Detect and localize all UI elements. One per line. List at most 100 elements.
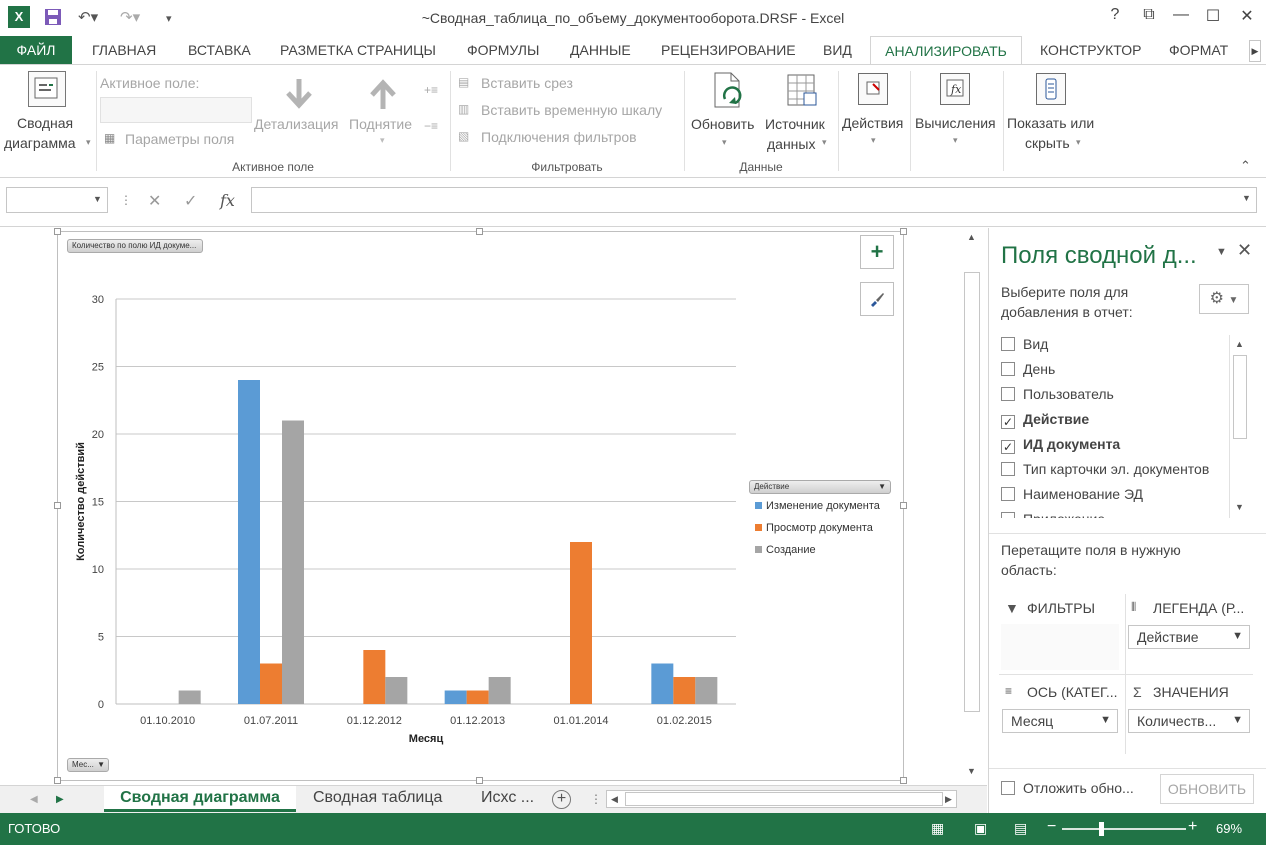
tab-formulas[interactable]: ФОРМУЛЫ <box>465 36 541 64</box>
bar[interactable] <box>444 690 467 705</box>
name-box-dropdown-icon[interactable]: ▼ <box>93 194 102 204</box>
field-item[interactable]: ✓ Действие <box>1001 411 1089 429</box>
zoom-out-icon[interactable]: − <box>1047 818 1056 836</box>
page-layout-view-icon[interactable]: ▣ <box>974 820 987 837</box>
legend-entry[interactable]: Просмотр документа <box>766 522 874 534</box>
expand-formula-bar-icon[interactable]: ▼ <box>1242 193 1251 203</box>
sheet-tab-source[interactable]: Исхс ... <box>481 786 534 812</box>
resize-handle[interactable] <box>476 228 483 235</box>
bar[interactable] <box>651 663 674 705</box>
tabs-scroll-right-icon[interactable]: ▶ <box>1249 40 1261 62</box>
pane-options-icon[interactable]: ▼ <box>1216 246 1227 258</box>
actions-button[interactable]: Действия <box>842 115 903 131</box>
tab-analyze[interactable]: АНАЛИЗИРОВАТЬ <box>870 36 1022 65</box>
field-checkbox[interactable]: ✓ <box>1001 440 1015 454</box>
calculations-dropdown-icon[interactable]: ▾ <box>953 135 958 146</box>
field-checkbox[interactable] <box>1001 512 1015 518</box>
data-source-dropdown-icon[interactable]: ▾ <box>822 137 827 148</box>
zoom-slider-track[interactable] <box>1062 828 1186 830</box>
hscroll-left-icon[interactable]: ◀ <box>611 794 618 805</box>
chart-area[interactable]: 0 5 10 15 20 25 30 01.10.2010 01.07.2011 01.12.20… <box>57 231 904 781</box>
refresh-button[interactable]: Обновить <box>691 116 754 132</box>
axis-field-dropdown-icon[interactable]: ▼ <box>97 760 105 769</box>
tools-gear-button[interactable]: ⚙ ▼ <box>1199 284 1249 314</box>
filter-connections-button[interactable]: Подключения фильтров <box>481 129 637 145</box>
legend-field-button[interactable]: Действие ▼ <box>749 480 891 494</box>
resize-handle[interactable] <box>54 502 61 509</box>
page-break-view-icon[interactable]: ▤ <box>1014 820 1027 837</box>
legend-entry[interactable]: Изменение документа <box>766 500 881 512</box>
field-checkbox[interactable] <box>1001 387 1015 401</box>
active-field-input[interactable] <box>100 97 252 123</box>
formula-input[interactable] <box>251 187 1257 213</box>
insert-timeline-button[interactable]: Вставить временную шкалу <box>481 102 662 118</box>
pivot-chart-button-line2[interactable]: диаграмма <box>4 135 76 151</box>
bar[interactable] <box>385 677 408 704</box>
chart-elements-button[interactable]: + <box>860 235 894 269</box>
filters-drop-area[interactable] <box>1001 624 1119 670</box>
field-item[interactable]: ✓ ИД документа <box>1001 436 1120 454</box>
actions-icon[interactable] <box>858 73 888 105</box>
scroll-thumb[interactable] <box>964 272 980 712</box>
value-field-button[interactable]: Количество по полю ИД докуме... <box>67 239 203 253</box>
calculations-icon[interactable]: fx <box>940 73 970 105</box>
actions-dropdown-icon[interactable]: ▾ <box>871 135 876 146</box>
tab-insert[interactable]: ВСТАВКА <box>186 36 253 64</box>
field-scroll-up-icon[interactable]: ▲ <box>1235 339 1244 349</box>
help-button[interactable]: ? <box>1100 6 1130 24</box>
name-box[interactable]: ▼ <box>6 187 108 213</box>
field-list-scrollbar[interactable]: ▲ ▼ <box>1229 335 1249 518</box>
tab-data[interactable]: ДАННЫЕ <box>568 36 633 64</box>
data-source-button-line2[interactable]: данных <box>767 136 815 152</box>
prev-sheet-icon[interactable]: ◀ <box>30 794 38 805</box>
scroll-down-icon[interactable]: ▼ <box>967 766 976 776</box>
tab-design[interactable]: КОНСТРУКТОР <box>1038 36 1143 64</box>
bar[interactable] <box>260 663 282 705</box>
field-checkbox[interactable] <box>1001 487 1015 501</box>
bar[interactable] <box>695 677 718 704</box>
zoom-level[interactable]: 69% <box>1216 821 1242 836</box>
hscroll-right-icon[interactable]: ▶ <box>945 794 952 805</box>
field-item[interactable]: Тип карточки эл. документов <box>1001 461 1209 477</box>
add-sheet-icon[interactable]: + <box>552 790 571 809</box>
expand-field-icon[interactable]: +≡ <box>424 83 438 97</box>
field-item[interactable]: Пользователь <box>1001 386 1114 402</box>
pivot-chart-button-line1[interactable]: Сводная <box>17 115 73 131</box>
field-checkbox[interactable] <box>1001 362 1015 376</box>
legend-field-dropdown-icon[interactable]: ▼ <box>878 482 886 491</box>
field-item[interactable]: Вид <box>1001 336 1048 352</box>
confirm-icon[interactable]: ✓ <box>184 191 197 211</box>
field-checkbox[interactable] <box>1001 337 1015 351</box>
hscroll-thumb[interactable] <box>625 792 943 806</box>
show-hide-button-line1[interactable]: Показать или <box>1007 115 1094 131</box>
tab-page-layout[interactable]: РАЗМЕТКА СТРАНИЦЫ <box>278 36 438 64</box>
tab-file[interactable]: ФАЙЛ <box>0 36 72 64</box>
values-field-dropdown[interactable]: Количеств... ▼ <box>1128 709 1250 733</box>
resize-handle[interactable] <box>900 502 907 509</box>
bar[interactable] <box>178 690 201 705</box>
vertical-scrollbar[interactable]: ▲ ▼ <box>962 228 982 784</box>
show-hide-icon[interactable] <box>1036 73 1066 105</box>
drillup-button[interactable]: Поднятие <box>349 116 412 132</box>
minimize-button[interactable]: — <box>1166 6 1196 24</box>
sheet-tab-pivot-table[interactable]: Сводная таблица <box>313 786 442 812</box>
field-checkbox[interactable] <box>1001 462 1015 476</box>
field-item[interactable]: Приложение <box>1001 511 1105 518</box>
field-params-button[interactable]: Параметры поля <box>125 131 234 147</box>
zoom-slider-thumb[interactable] <box>1099 822 1104 836</box>
chart-styles-button[interactable] <box>860 282 894 316</box>
normal-view-icon[interactable]: ▦ <box>931 820 944 837</box>
bar[interactable] <box>488 677 511 704</box>
ribbon-display-options-button[interactable]: ⧉ <box>1134 6 1164 24</box>
bar[interactable] <box>363 650 386 704</box>
resize-handle[interactable] <box>476 777 483 784</box>
calculations-button[interactable]: Вычисления <box>915 115 996 131</box>
tab-home[interactable]: ГЛАВНАЯ <box>90 36 158 64</box>
field-scroll-down-icon[interactable]: ▼ <box>1235 502 1244 512</box>
legend-field-dropdown[interactable]: Действие ▼ <box>1128 625 1250 649</box>
legend-entry[interactable]: Создание <box>766 544 816 556</box>
field-checkbox[interactable]: ✓ <box>1001 415 1015 429</box>
cancel-icon[interactable]: ✕ <box>148 191 161 211</box>
defer-checkbox-box[interactable] <box>1001 781 1015 795</box>
next-sheet-icon[interactable]: ▶ <box>56 794 64 805</box>
